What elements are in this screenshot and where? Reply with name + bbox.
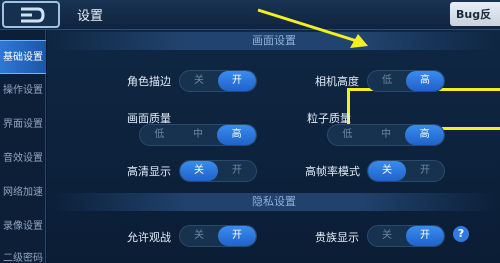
bug-report-button[interactable]: Bug反	[450, 2, 500, 26]
help-icon[interactable]: ?	[453, 226, 469, 242]
sidebar-item-network[interactable]: 网络加速	[0, 176, 46, 210]
high-fps-on[interactable]: 开	[406, 161, 444, 181]
role-outline-label: 角色描边	[127, 75, 171, 88]
section-header-privacy: 隐私设置	[52, 193, 496, 211]
particle-quality-mid[interactable]: 中	[367, 125, 406, 145]
role-outline-toggle[interactable]: 关 开	[179, 70, 257, 92]
allow-spectate-off[interactable]: 关	[180, 226, 218, 246]
camera-height-label: 相机高度	[315, 75, 359, 88]
picture-quality-low[interactable]: 低	[140, 125, 179, 145]
noble-display-on[interactable]: 开	[406, 226, 444, 246]
high-fps-label: 高帧率模式	[305, 165, 360, 178]
hd-display-on[interactable]: 开	[218, 161, 256, 181]
noble-display-label: 贵族显示	[315, 231, 359, 244]
allow-spectate-label: 允许观战	[127, 231, 171, 244]
hd-display-label: 高清显示	[127, 165, 171, 178]
page-title: 设置	[77, 9, 104, 24]
allow-spectate-on[interactable]: 开	[218, 226, 256, 246]
picture-quality-high[interactable]: 高	[217, 125, 256, 145]
sidebar-item-recording[interactable]: 录像设置	[0, 210, 46, 244]
particle-quality-low[interactable]: 低	[328, 125, 367, 145]
sidebar-item-password[interactable]: 二级密码	[0, 242, 46, 263]
sidebar-item-audio[interactable]: 音效设置	[0, 142, 46, 176]
back-button[interactable]	[2, 1, 60, 28]
annotation-arrow-icon	[257, 8, 368, 48]
sidebar-item-basic[interactable]: 基础设置	[0, 40, 46, 74]
particle-quality-high[interactable]: 高	[405, 125, 444, 145]
picture-quality-toggle[interactable]: 低 中 高	[139, 124, 257, 146]
camera-height-low[interactable]: 低	[368, 71, 406, 91]
noble-display-off[interactable]: 关	[368, 226, 406, 246]
camera-height-high[interactable]: 高	[406, 71, 444, 91]
high-fps-off[interactable]: 关	[368, 161, 406, 181]
back-arrow-icon	[21, 7, 45, 23]
sidebar-item-interface[interactable]: 界面设置	[0, 108, 46, 142]
noble-display-toggle[interactable]: 关 开	[367, 225, 445, 247]
high-fps-toggle[interactable]: 关 开	[367, 160, 445, 182]
sidebar: 基础设置 操作设置 界面设置 音效设置 网络加速 录像设置 二级密码	[0, 30, 46, 263]
role-outline-off[interactable]: 关	[180, 71, 218, 91]
hd-display-off[interactable]: 关	[180, 161, 218, 181]
allow-spectate-toggle[interactable]: 关 开	[179, 225, 257, 247]
camera-height-toggle[interactable]: 低 高	[367, 70, 445, 92]
sidebar-item-controls[interactable]: 操作设置	[0, 74, 46, 108]
particle-quality-toggle[interactable]: 低 中 高	[327, 124, 445, 146]
role-outline-on[interactable]: 开	[218, 71, 256, 91]
settings-panel: 画面设置 角色描边 关 开 相机高度 低 高 画面质量 低 中 高 粒子质量 低…	[47, 30, 500, 263]
picture-quality-mid[interactable]: 中	[179, 125, 218, 145]
hd-display-toggle[interactable]: 关 开	[179, 160, 257, 182]
